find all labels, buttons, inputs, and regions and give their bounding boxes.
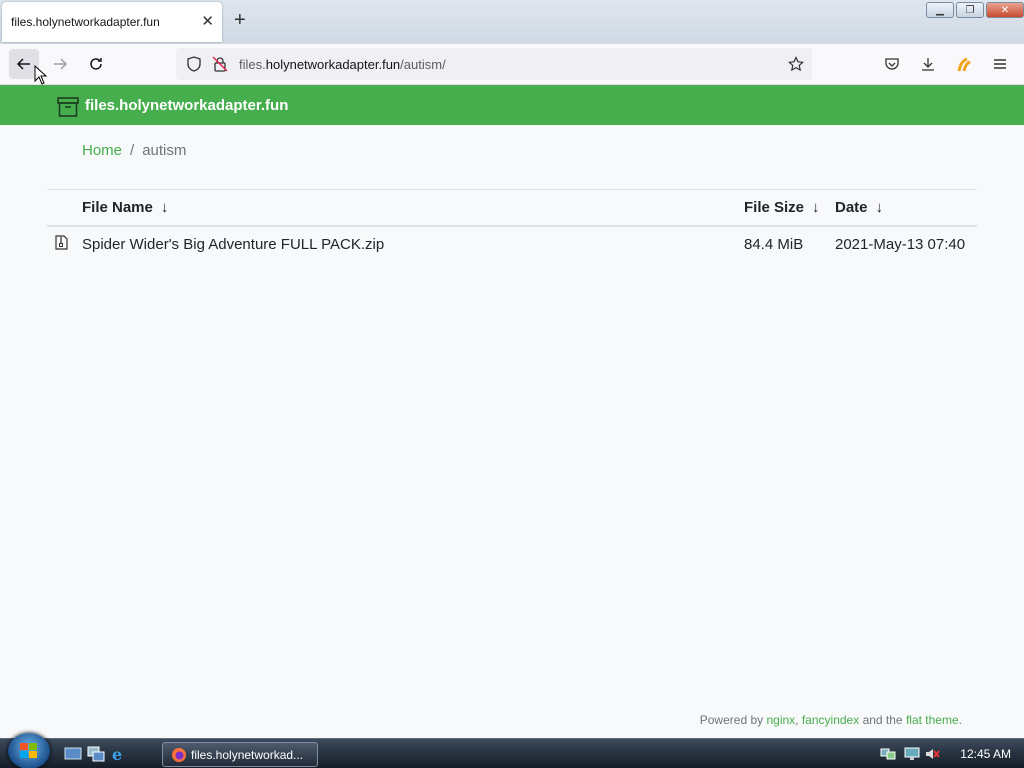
network-icon[interactable] <box>880 746 896 762</box>
breadcrumb-separator: / <box>130 142 135 159</box>
file-size-header[interactable]: File Size ↓ <box>744 189 835 227</box>
site-title[interactable]: files.holynetworkadapter.fun <box>85 97 288 114</box>
switch-windows-icon[interactable] <box>87 746 105 762</box>
taskbar-item-label: files.holynetworkad... <box>191 748 304 762</box>
windows-logo-icon <box>20 743 37 758</box>
breadcrumb-home-link[interactable]: Home <box>82 142 122 159</box>
table-header-row: File Name ↓ File Size ↓ Date ↓ <box>47 189 977 227</box>
extension-icon[interactable] <box>953 53 975 75</box>
file-size-header-label: File Size <box>744 198 805 216</box>
zip-file-icon <box>47 226 82 262</box>
forward-button[interactable] <box>45 49 75 79</box>
monitor-icon[interactable] <box>904 746 920 762</box>
svg-text:e: e <box>112 746 122 762</box>
address-bar[interactable]: files.holynetworkadapter.fun/autism/ <box>176 48 812 80</box>
browser-tab[interactable]: files.holynetworkadapter.fun ✕ <box>2 2 222 42</box>
footer-middle: and the <box>862 713 903 727</box>
fancyindex-link[interactable]: fancyindex <box>802 713 859 727</box>
system-tray: 12:45 AM <box>864 739 1024 768</box>
tab-close-icon[interactable]: ✕ <box>201 12 214 30</box>
forward-arrow-icon <box>54 58 68 70</box>
breadcrumb-current: autism <box>142 142 187 159</box>
table-row[interactable]: Spider Wider's Big Adventure FULL PACK.z… <box>47 226 977 262</box>
reload-button[interactable] <box>81 49 111 79</box>
new-tab-icon[interactable]: + <box>234 9 246 32</box>
file-name-header-label: File Name <box>82 198 153 216</box>
browser-tab-strip: files.holynetworkadapter.fun ✕ + ▁ ❐ ✕ <box>0 0 1024 44</box>
os-taskbar: e files.holynetworkad... 12:45 AM <box>0 733 1024 768</box>
internet-explorer-icon[interactable]: e <box>110 746 128 762</box>
footer-suffix: . <box>958 713 962 727</box>
file-listing-table: File Name ↓ File Size ↓ Date ↓ Spider Wider… <box>47 189 977 262</box>
firefox-icon <box>172 748 186 762</box>
flat-theme-link[interactable]: flat theme <box>906 713 959 727</box>
date-header-label: Date <box>835 198 868 216</box>
bookmark-star-icon[interactable] <box>788 56 804 72</box>
sort-arrow-icon: ↓ <box>812 198 820 216</box>
site-header: files.holynetworkadapter.fun <box>0 85 1024 125</box>
clock[interactable]: 12:45 AM <box>960 747 1011 761</box>
downloads-icon[interactable] <box>917 53 939 75</box>
window-controls: ▁ ❐ ✕ <box>926 2 1024 18</box>
footer-comma: , <box>795 713 799 727</box>
url-path: /autism/ <box>400 57 446 72</box>
navigation-toolbar: files.holynetworkadapter.fun/autism/ <box>0 44 1024 85</box>
pocket-icon[interactable] <box>881 53 903 75</box>
archive-box-icon <box>57 97 79 117</box>
minimize-button[interactable]: ▁ <box>926 2 954 18</box>
show-desktop-icon[interactable] <box>64 746 82 762</box>
back-arrow-icon <box>16 58 30 70</box>
menu-icon[interactable] <box>989 53 1011 75</box>
url-prefix: files. <box>239 57 266 72</box>
file-size-cell: 84.4 MiB <box>744 235 804 253</box>
breadcrumb: Home / autism <box>82 142 186 159</box>
close-window-button[interactable]: ✕ <box>986 2 1024 18</box>
maximize-button[interactable]: ❐ <box>956 2 984 18</box>
volume-muted-icon[interactable] <box>924 746 940 762</box>
taskbar-firefox-item[interactable]: files.holynetworkad... <box>162 742 318 767</box>
nginx-link[interactable]: nginx <box>766 713 795 727</box>
url-domain: holynetworkadapter.fun <box>265 57 401 72</box>
shield-icon <box>187 56 201 72</box>
file-date-cell: 2021-May-13 07:40 <box>835 235 966 253</box>
footer-prefix: Powered by <box>699 713 764 727</box>
url-text[interactable]: files.holynetworkadapter.fun/autism/ <box>239 57 446 72</box>
file-name-link[interactable]: Spider Wider's Big Adventure FULL PACK.z… <box>82 226 744 262</box>
start-button[interactable] <box>8 733 50 768</box>
page-footer: Powered by nginx, fancyindex and the fla… <box>700 713 962 727</box>
date-header[interactable]: Date ↓ <box>835 189 977 227</box>
file-name-header[interactable]: File Name ↓ <box>82 189 744 227</box>
sort-arrow-icon: ↓ <box>875 198 884 216</box>
reload-icon <box>90 58 102 70</box>
tab-title: files.holynetworkadapter.fun <box>11 15 160 29</box>
sort-arrow-icon: ↓ <box>160 198 169 216</box>
insecure-lock-icon[interactable] <box>212 56 228 72</box>
icon-column-header <box>47 189 82 227</box>
mouse-cursor-icon <box>34 65 48 85</box>
